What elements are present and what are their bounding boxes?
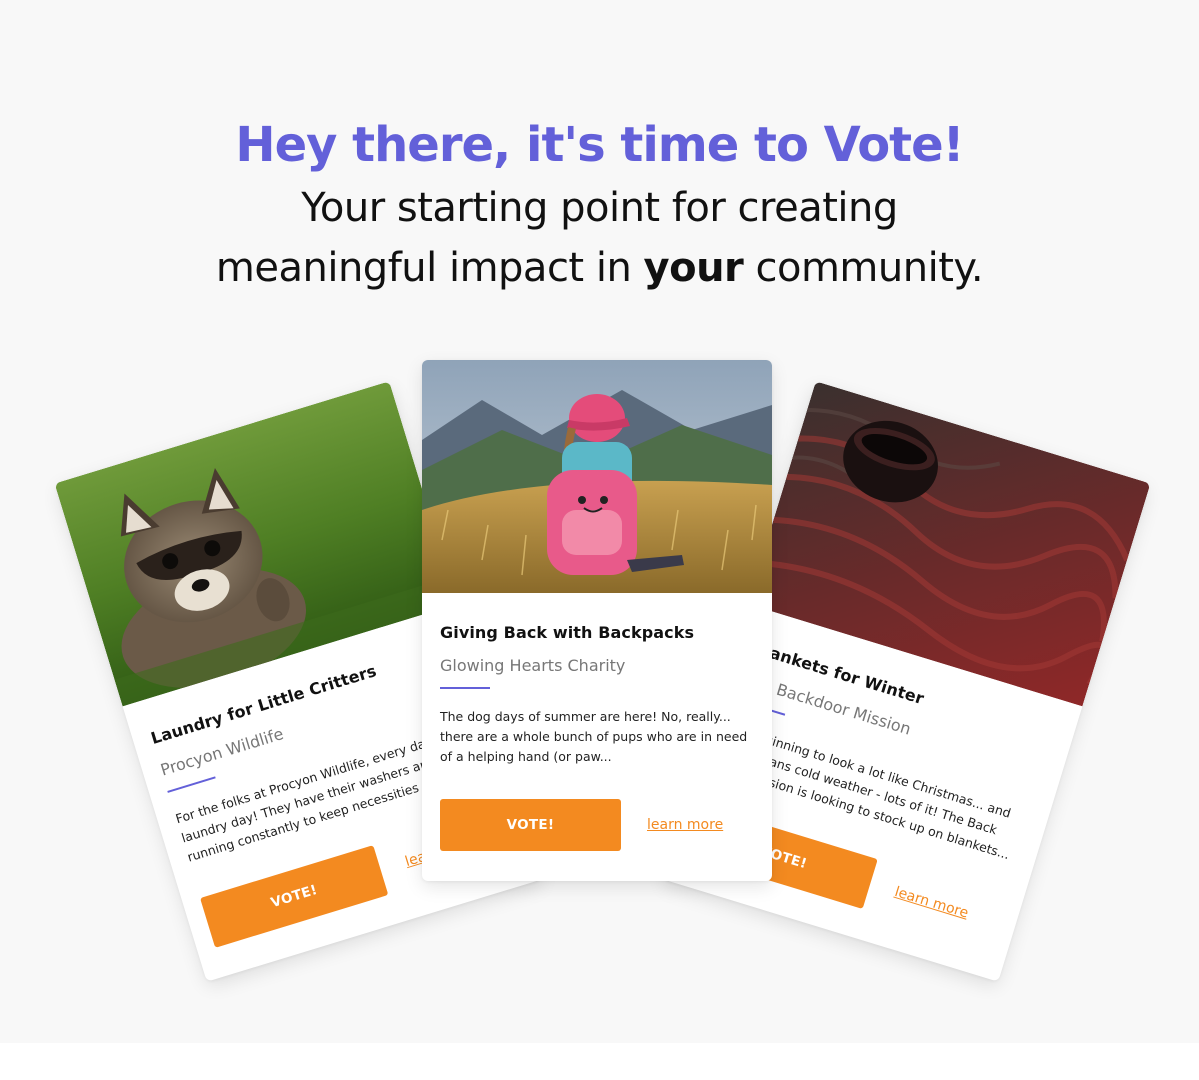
hero-panel: Hey there, it's time to Vote! Your start… — [0, 0, 1199, 1043]
hero-sub-emphasis: your — [643, 245, 744, 291]
hero-section: Hey there, it's time to Vote! Your start… — [0, 112, 1199, 298]
campaign-card-backpacks: Giving Back with Backpacks Glowing Heart… — [422, 360, 772, 881]
hero-sub-text-before: meaningful impact in — [215, 245, 644, 291]
hero-sub-text-after: community. — [743, 245, 984, 291]
card-organization: Glowing Hearts Charity — [440, 656, 626, 675]
hero-heading: Hey there, it's time to Vote! — [235, 117, 964, 173]
card-actions: VOTE! learn more — [440, 799, 723, 851]
learn-more-link[interactable]: learn more — [893, 884, 971, 922]
vote-button[interactable]: VOTE! — [440, 799, 621, 851]
card-divider — [167, 776, 216, 793]
hero-subheading-line-2: meaningful impact in your community. — [0, 238, 1199, 298]
learn-more-link[interactable]: learn more — [647, 817, 723, 833]
card-title: Giving Back with Backpacks — [440, 623, 695, 642]
card-content: Giving Back with Backpacks Glowing Heart… — [440, 593, 750, 767]
card-description: The dog days of summer are here! No, rea… — [440, 709, 748, 764]
hero-subheading-line-1: Your starting point for creating — [301, 185, 898, 231]
child-with-backpack-photo — [422, 360, 772, 593]
vote-button[interactable]: VOTE! — [200, 845, 389, 948]
card-divider — [440, 687, 490, 689]
